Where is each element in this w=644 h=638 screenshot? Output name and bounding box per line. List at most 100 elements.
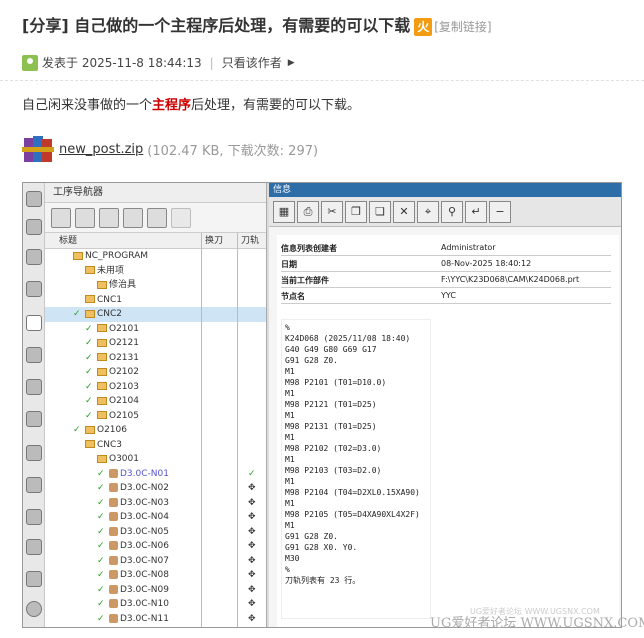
target-icon[interactable]: ⌖ (417, 200, 439, 223)
method-view-icon[interactable] (123, 207, 143, 228)
divider (0, 80, 644, 81)
status-check-icon: ✓ (97, 468, 105, 479)
tree-row[interactable]: CNC3 (45, 438, 266, 453)
col-tool[interactable]: 刀轨 (241, 233, 259, 249)
binoculars-icon[interactable]: ⚲ (441, 200, 463, 223)
row-line (281, 303, 611, 304)
tool-icon[interactable] (26, 411, 42, 427)
tree-row[interactable]: ✓ D3.0C-N02 ✥ (45, 481, 266, 496)
tree-row[interactable]: ✓ D3.0C-N05 ✥ (45, 525, 266, 540)
attachment-link[interactable]: new_post.zip (59, 142, 143, 157)
tree-label: NC_PROGRAM (85, 251, 149, 261)
move-icon: ✥ (248, 497, 256, 508)
move-icon: ✥ (248, 483, 256, 493)
tree-row[interactable]: ✓ O2101 (45, 322, 266, 337)
minus-icon[interactable]: − (489, 200, 511, 223)
tree-row[interactable]: ✓ O2131 (45, 351, 266, 366)
tree-label: 修治具 (109, 280, 137, 290)
tree-row[interactable]: ✓ O2104 (45, 394, 266, 409)
machine-view-icon[interactable] (75, 207, 95, 228)
part-icon[interactable] (26, 249, 42, 265)
status-check-icon: ✓ (97, 526, 105, 537)
reuse-library-icon[interactable] (26, 347, 42, 363)
info-key: 信息列表创建者 (281, 244, 337, 253)
copy-link[interactable]: [复制链接] (434, 20, 491, 34)
tree-label: D3.0C-N04 (120, 512, 169, 522)
operation-icon (109, 468, 118, 478)
machine-icon[interactable] (26, 379, 42, 395)
tree-row[interactable]: ✓ D3.0C-N11 ✥ (45, 612, 266, 627)
tree-row[interactable]: ✓ O2103 (45, 380, 266, 395)
delete-icon[interactable]: ✕ (393, 200, 415, 223)
program-view-icon[interactable] (51, 207, 71, 228)
tree-row[interactable]: ✓ O2106 (45, 423, 266, 438)
history-icon[interactable] (26, 477, 42, 493)
tree-row[interactable]: ✓ O2102 (45, 365, 266, 380)
tree-label: D3.0C-N03 (120, 497, 169, 508)
move-icon: ✥ (248, 570, 256, 580)
status-check-icon: ✓ (97, 613, 105, 624)
tree-row[interactable]: ✓ O2105 (45, 409, 266, 424)
tree-label: O2105 (109, 410, 139, 421)
axis-icon[interactable] (26, 539, 42, 555)
status-check-icon: ✓ (97, 541, 105, 551)
status-check-icon: ✓ (85, 338, 93, 348)
operation-icon (109, 599, 118, 608)
settings-icon[interactable] (26, 191, 42, 207)
print-icon[interactable]: ⎙ (297, 200, 319, 223)
constraint-icon[interactable] (26, 281, 42, 297)
find-icon[interactable] (147, 207, 167, 228)
tree-row[interactable]: O3001 (45, 452, 266, 467)
attachment-info: (102.47 KB, 下载次数: 297) (147, 143, 319, 159)
status-check-icon: ✓ (97, 570, 105, 580)
operation-navigator-icon[interactable] (26, 315, 42, 331)
status-check-icon: ✓ (97, 512, 105, 522)
tree-row[interactable]: ✓ D3.0C-N09 ✥ (45, 583, 266, 598)
col-title[interactable]: 标题 (59, 233, 77, 249)
info-key: 日期 (281, 260, 297, 269)
tree-row[interactable]: 修治具 (45, 278, 266, 293)
operation-icon (109, 497, 118, 507)
status-check-icon: ✓ (97, 555, 105, 566)
cut-icon[interactable]: ✂ (321, 200, 343, 223)
wrap-icon[interactable]: ↵ (465, 200, 487, 223)
folder-icon (85, 440, 95, 448)
info-window: 信息 ▦ ⎙ ✂ ❐ ❏ ✕ ⌖ ⚲ ↵ − 信息列表创建者 Administr… (269, 183, 621, 627)
tree-row[interactable]: ✓ D3.0C-N08 ✥ (45, 568, 266, 583)
tree-row[interactable]: ✓ D3.0C-N01 ✓ (45, 467, 266, 482)
tree-row[interactable]: ✓ D3.0C-N04 ✥ (45, 510, 266, 525)
tree-label: D3.0C-N02 (120, 483, 169, 493)
row-line (281, 255, 611, 256)
column-divider (201, 233, 202, 627)
clock-icon[interactable] (26, 601, 42, 617)
tree-row[interactable]: ✓ D3.0C-N10 ✥ (45, 597, 266, 612)
save-icon[interactable]: ▦ (273, 200, 295, 223)
tree-row[interactable]: ✓ D3.0C-N07 ✥ (45, 554, 266, 569)
status-check-icon: ✓ (85, 381, 93, 392)
process-icon[interactable] (26, 445, 42, 461)
tree-label: O2106 (97, 425, 127, 435)
folder-icon (97, 280, 107, 289)
tree-row[interactable]: ✓ D3.0C-N06 ✥ (45, 539, 266, 554)
geometry-view-icon[interactable] (99, 207, 119, 228)
tree-row[interactable]: ✓ D3.0C-N03 ✥ (45, 496, 266, 511)
tree-row[interactable]: ✓ O2121 (45, 336, 266, 351)
tree-label: O2101 (109, 323, 139, 334)
operation-icon (109, 512, 118, 521)
tree-label: O2102 (109, 367, 139, 377)
folder-icon (85, 309, 95, 318)
sphere-icon[interactable] (26, 509, 42, 525)
paste-icon[interactable]: ❏ (369, 200, 391, 223)
author-only-link[interactable]: 只看该作者 (222, 54, 282, 71)
copy-icon[interactable]: ❐ (345, 200, 367, 223)
assembly-icon[interactable] (26, 219, 42, 235)
tree-label: D3.0C-N05 (120, 526, 169, 537)
tree-row[interactable]: ✓ CNC2 (45, 307, 266, 322)
tree-row[interactable]: NC_PROGRAM (45, 249, 266, 264)
tree-row[interactable]: CNC1 (45, 293, 266, 308)
web-icon[interactable] (26, 571, 42, 587)
tree-label: CNC3 (97, 439, 123, 450)
expand-icon[interactable] (171, 207, 191, 228)
tree-row[interactable]: 未用项 (45, 264, 266, 279)
col-change[interactable]: 换刀 (205, 233, 223, 249)
